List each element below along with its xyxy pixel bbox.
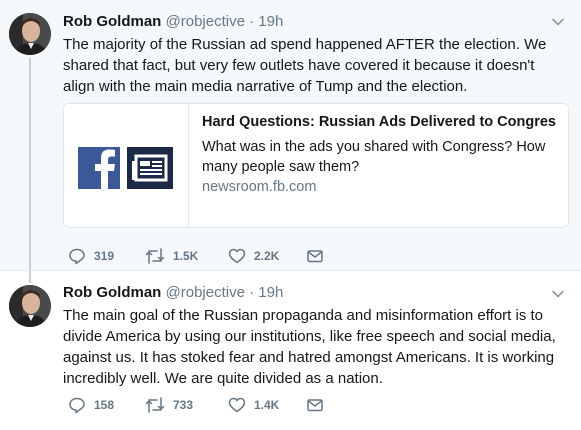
chevron-down-icon[interactable] <box>551 15 565 29</box>
card-title[interactable]: Hard Questions: Russian Ads Delivered to… <box>202 114 557 130</box>
like-count: 2.2K <box>254 249 280 263</box>
like-icon <box>228 248 246 264</box>
retweet-icon <box>145 248 165 264</box>
tweet-1[interactable]: Rob Goldman @robjective · 19h The majori… <box>0 0 581 270</box>
author-name[interactable]: Rob Goldman <box>63 13 161 30</box>
facebook-logo-icon <box>78 147 120 189</box>
direct-message-icon <box>307 250 323 263</box>
author-handle[interactable]: @robjective <box>166 13 245 30</box>
reply-button[interactable]: 319 <box>68 246 114 266</box>
retweet-button[interactable]: 1.5K <box>145 246 198 266</box>
reply-count: 319 <box>94 249 115 263</box>
reply-count: 158 <box>94 398 115 412</box>
card-domain: newsroom.fb.com <box>202 179 317 195</box>
retweet-button[interactable]: 733 <box>145 395 193 415</box>
tweet-2[interactable]: Rob Goldman @robjective · 19h The main g… <box>0 271 581 430</box>
newsroom-icon <box>127 147 173 189</box>
tweet-text: The majority of the Russian ad spend hap… <box>63 36 547 95</box>
reply-button[interactable]: 158 <box>68 395 114 415</box>
author-handle[interactable]: @robjective <box>166 284 245 301</box>
tweet-text: The main goal of the Russian propaganda … <box>63 307 556 387</box>
separator: · <box>244 284 259 301</box>
like-count: 1.4K <box>254 398 280 412</box>
avatar[interactable] <box>9 285 51 327</box>
separator: · <box>244 13 259 30</box>
like-button[interactable]: 2.2K <box>228 246 279 266</box>
direct-message-button[interactable] <box>306 246 324 266</box>
card-description: What was in the ads you shared with Cong… <box>202 139 546 175</box>
thread-line <box>29 271 31 283</box>
retweet-count: 733 <box>173 398 194 412</box>
author-name[interactable]: Rob Goldman <box>63 284 161 301</box>
reply-icon <box>69 397 85 414</box>
link-card[interactable]: Hard Questions: Russian Ads Delivered to… <box>63 103 569 228</box>
card-image <box>64 104 189 227</box>
thread-line <box>29 58 31 270</box>
like-icon <box>228 397 246 413</box>
tweet-header: Rob Goldman @robjective · 19h <box>63 12 283 32</box>
direct-message-icon <box>307 399 323 412</box>
reply-icon <box>69 248 85 265</box>
direct-message-button[interactable] <box>306 395 324 415</box>
like-button[interactable]: 1.4K <box>228 395 279 415</box>
retweet-count: 1.5K <box>173 249 199 263</box>
avatar[interactable] <box>9 13 51 55</box>
retweet-icon <box>145 397 165 413</box>
timestamp[interactable]: 19h <box>258 284 283 301</box>
timestamp[interactable]: 19h <box>258 13 283 30</box>
chevron-down-icon[interactable] <box>551 287 565 301</box>
tweet-header: Rob Goldman @robjective · 19h <box>63 283 283 303</box>
